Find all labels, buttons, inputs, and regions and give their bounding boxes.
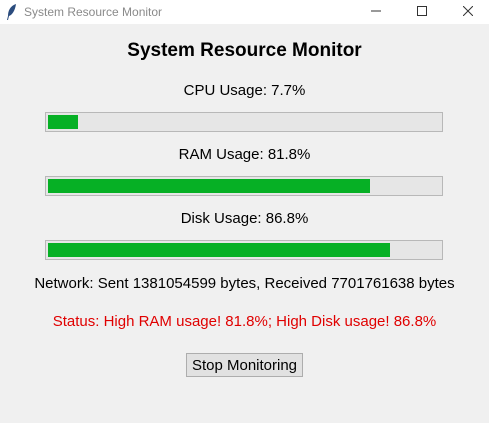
- window-title: System Resource Monitor: [24, 5, 163, 19]
- cpu-progress-fill: [48, 115, 78, 129]
- stop-monitoring-button[interactable]: Stop Monitoring: [186, 353, 303, 377]
- minimize-button[interactable]: [353, 0, 399, 24]
- cpu-usage-label: CPU Usage: 7.7%: [183, 82, 306, 99]
- main-content: System Resource Monitor CPU Usage: 7.7% …: [0, 24, 489, 423]
- disk-usage-label: Disk Usage: 86.8%: [180, 210, 309, 227]
- close-icon: [462, 3, 474, 21]
- disk-progress-fill: [48, 243, 390, 257]
- close-button[interactable]: [445, 0, 489, 24]
- status-message: Status: High RAM usage! 81.8%; High Disk…: [52, 313, 437, 330]
- maximize-icon: [417, 3, 427, 21]
- title-bar: System Resource Monitor: [0, 0, 489, 24]
- disk-progress-bar: [45, 240, 443, 260]
- ram-progress-bar: [45, 176, 443, 196]
- maximize-button[interactable]: [399, 0, 445, 24]
- ram-progress-fill: [48, 179, 370, 193]
- ram-usage-label: RAM Usage: 81.8%: [178, 146, 311, 163]
- page-title: System Resource Monitor: [127, 40, 362, 61]
- network-stats: Network: Sent 1381054599 bytes, Received…: [34, 275, 455, 292]
- feather-icon: [6, 4, 18, 20]
- minimize-icon: [371, 3, 381, 21]
- cpu-progress-bar: [45, 112, 443, 132]
